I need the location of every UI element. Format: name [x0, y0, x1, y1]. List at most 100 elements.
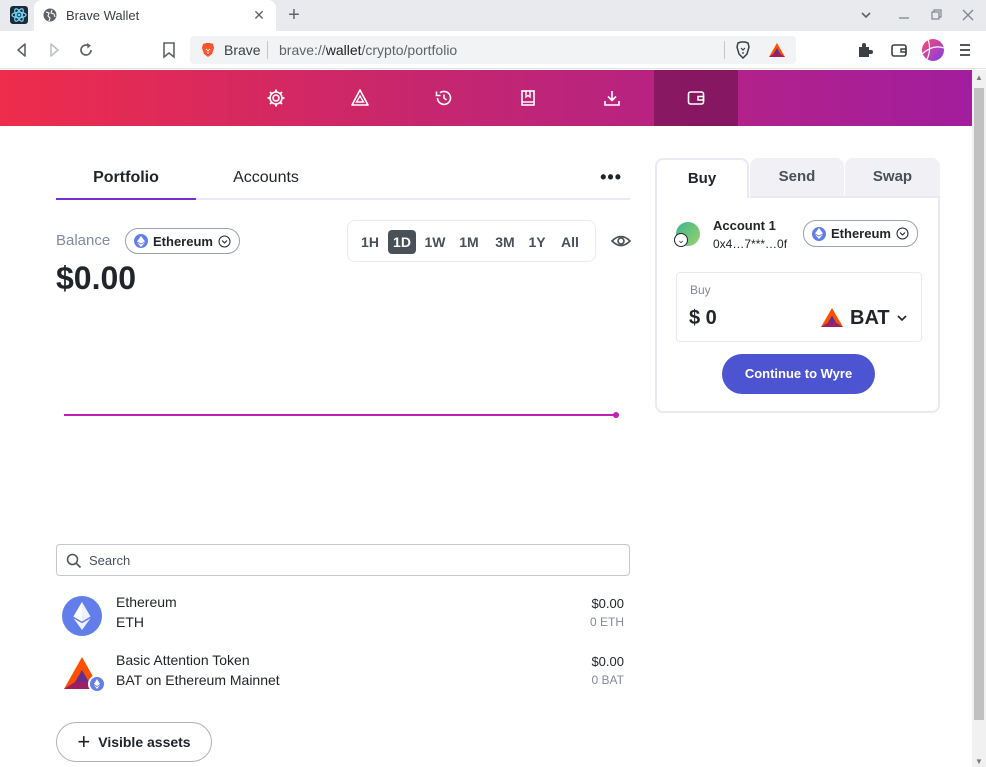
balance-value: $0.00 — [56, 260, 137, 296]
bookmarks-nav[interactable] — [486, 70, 570, 126]
gear-icon — [267, 89, 285, 107]
scroll-up-icon[interactable]: ▲ — [975, 74, 983, 82]
network-name: Ethereum — [831, 226, 891, 241]
profile-avatar[interactable] — [922, 39, 944, 61]
ethereum-icon — [134, 234, 148, 248]
more-options-button[interactable]: ••• — [600, 167, 622, 188]
tab-title: Brave Wallet — [66, 8, 140, 23]
brave-shields-icon[interactable] — [734, 41, 752, 60]
timeframe-1m[interactable]: 1M — [456, 230, 482, 254]
timeframe-1d[interactable]: 1D — [388, 230, 416, 254]
scroll-down-icon[interactable]: ▼ — [975, 758, 983, 766]
close-window-icon[interactable] — [959, 6, 977, 24]
bookmark-icon[interactable] — [159, 40, 179, 60]
ethereum-icon — [62, 596, 102, 636]
tab-buy[interactable]: Buy — [655, 158, 749, 198]
asset-name: Basic Attention Token — [116, 652, 250, 668]
bat-token-icon — [62, 654, 106, 694]
continue-to-wyre-button[interactable]: Continue to Wyre — [722, 354, 875, 394]
brave-lion-icon — [200, 42, 216, 58]
settings-nav[interactable] — [234, 70, 318, 126]
tab-search-icon[interactable] — [857, 6, 875, 24]
token-symbol: BAT — [850, 306, 890, 329]
wallet-header-nav — [0, 70, 972, 126]
forward-icon[interactable] — [44, 40, 64, 60]
new-tab-button[interactable]: + — [283, 4, 305, 26]
visible-assets-label: Visible assets — [98, 734, 191, 750]
search-icon — [66, 553, 82, 569]
restore-icon[interactable] — [927, 6, 945, 24]
bat-token-icon — [821, 308, 843, 327]
address-bar[interactable]: Brave brave://wallet/crypto/portfolio — [190, 36, 796, 64]
wallet-toolbar-icon[interactable] — [889, 40, 909, 60]
timeframe-3m[interactable]: 3M — [491, 230, 519, 254]
token-selector[interactable]: BAT — [820, 305, 908, 331]
buy-label: Buy — [690, 283, 711, 297]
url-text[interactable]: brave://wallet/crypto/portfolio — [279, 42, 457, 58]
wallet-nav[interactable] — [654, 70, 738, 126]
chevron-down-icon[interactable]: ⌄ — [674, 233, 688, 247]
scrollbar-thumb[interactable] — [974, 88, 984, 720]
account-address: 0x4…7***…0f — [713, 237, 788, 251]
asset-name: Ethereum — [116, 594, 177, 610]
wallet-icon — [687, 91, 705, 105]
back-icon[interactable] — [12, 40, 32, 60]
timeframe-selector: 1H 1D 1W 1M 3M 1Y All — [347, 220, 596, 262]
asset-row-ethereum[interactable]: Ethereum ETH $0.00 0 ETH — [56, 592, 630, 644]
asset-token-balance: 0 BAT — [591, 673, 624, 687]
buy-form: ⌄ Account 1 0x4…7***…0f Ethereum Buy $ 0… — [655, 196, 940, 413]
globe-icon — [43, 8, 57, 22]
balance-label: Balance — [56, 232, 111, 249]
chevron-down-icon — [218, 235, 231, 247]
history-icon — [435, 90, 452, 106]
browser-tabbar: Brave Wallet ✕ + — [0, 0, 986, 31]
bat-icon — [351, 89, 369, 106]
buy-amount-box: Buy $ 0 BAT — [676, 272, 922, 342]
panel-tabs: Buy Send Swap — [655, 158, 940, 198]
search-input[interactable] — [89, 549, 609, 571]
portfolio-chart — [64, 412, 619, 418]
network-selector[interactable]: Ethereum — [803, 220, 918, 247]
buy-send-swap-panel: Buy Send Swap ⌄ Account 1 0x4…7***…0f Et… — [655, 158, 940, 413]
tab-send[interactable]: Send — [750, 158, 844, 196]
asset-fiat-balance: $0.00 — [591, 596, 624, 611]
reload-icon[interactable] — [76, 40, 96, 60]
history-nav[interactable] — [402, 70, 486, 126]
app-launcher-icon[interactable] — [10, 6, 28, 24]
chevron-down-icon — [897, 315, 907, 322]
downloads-nav[interactable] — [570, 70, 654, 126]
asset-symbol: BAT on Ethereum Mainnet — [116, 672, 280, 688]
asset-row-bat[interactable]: Basic Attention Token BAT on Ethereum Ma… — [56, 650, 630, 702]
divider — [724, 41, 725, 59]
site-label: Brave — [224, 42, 261, 58]
chevron-down-icon — [896, 227, 909, 240]
browser-tab-active[interactable]: Brave Wallet ✕ — [34, 0, 276, 31]
minimize-icon[interactable] — [895, 6, 913, 24]
buy-amount-input[interactable]: $ 0 — [689, 307, 717, 330]
tab-close-icon[interactable]: ✕ — [250, 6, 268, 24]
extensions-icon[interactable] — [855, 40, 875, 60]
visible-assets-button[interactable]: + Visible assets — [56, 722, 212, 762]
network-selector[interactable]: Ethereum — [125, 228, 240, 254]
plus-icon: + — [77, 729, 91, 754]
asset-search — [56, 544, 630, 576]
timeframe-1w[interactable]: 1W — [422, 230, 448, 254]
network-name: Ethereum — [153, 233, 213, 249]
timeframe-1y[interactable]: 1Y — [526, 230, 548, 254]
tab-swap[interactable]: Swap — [845, 158, 940, 196]
rewards-nav[interactable] — [318, 70, 402, 126]
eye-icon[interactable] — [610, 231, 632, 251]
asset-token-balance: 0 ETH — [589, 615, 624, 629]
hamburger-menu-icon[interactable] — [958, 40, 972, 60]
timeframe-all[interactable]: All — [556, 230, 584, 254]
tab-portfolio[interactable]: Portfolio — [56, 158, 196, 200]
account-name[interactable]: Account 1 — [713, 218, 776, 233]
portfolio-tabs: Portfolio Accounts ••• — [56, 158, 630, 200]
browser-toolbar: Brave brave://wallet/crypto/portfolio — [0, 31, 986, 69]
asset-fiat-balance: $0.00 — [591, 654, 624, 669]
timeframe-1h[interactable]: 1H — [358, 230, 382, 254]
brave-rewards-icon[interactable] — [768, 41, 786, 59]
ethereum-icon — [812, 226, 826, 241]
tab-accounts[interactable]: Accounts — [196, 158, 336, 198]
page-scrollbar[interactable]: ▲ ▼ — [972, 70, 986, 767]
